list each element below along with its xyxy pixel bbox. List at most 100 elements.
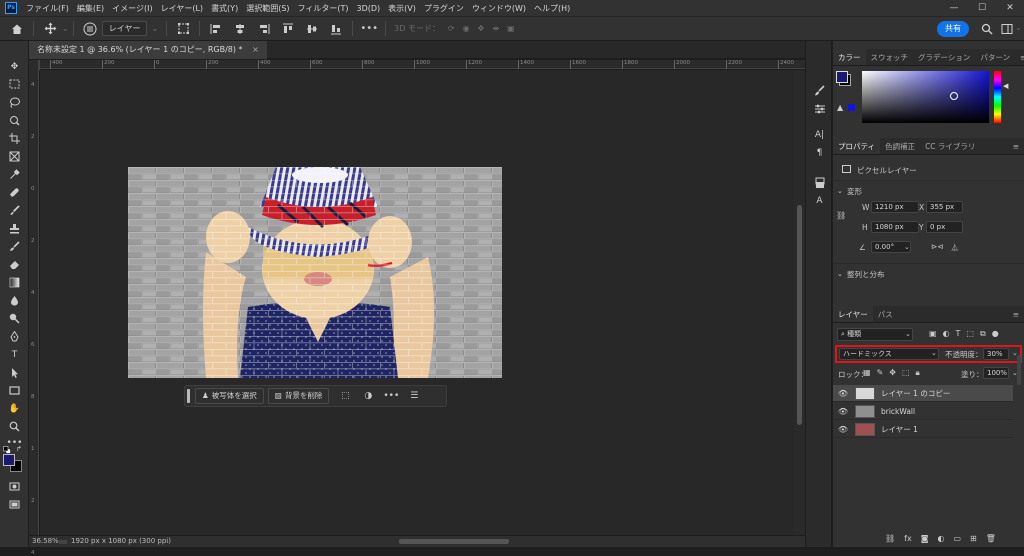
chevron-down-icon[interactable]: ⌄ <box>837 270 843 278</box>
screen-mode-icon[interactable] <box>6 499 23 512</box>
layer-comps-icon[interactable] <box>812 177 827 190</box>
layer-name[interactable]: レイヤー 1 のコピー <box>881 388 950 399</box>
character-icon[interactable]: A| <box>812 129 827 142</box>
panel-menu-icon[interactable]: ≡ <box>1008 138 1024 154</box>
chevron-down-icon[interactable]: ⌄ <box>837 187 843 195</box>
align-distribute-section-title[interactable]: 整列と分布 <box>847 269 885 280</box>
search-icon[interactable] <box>978 20 996 38</box>
blend-mode-dropdown[interactable]: ハードミックス <box>839 348 939 360</box>
swap-colors-icon[interactable]: ↱ <box>16 445 25 454</box>
chevron-down-icon[interactable]: ⌄ <box>905 330 911 338</box>
flip-horizontal-icon[interactable]: ⊳⊲ <box>931 242 944 251</box>
dodge-tool-icon[interactable] <box>6 313 23 326</box>
layer-row-layer1[interactable]: 👁︎ レイヤー 1 <box>833 421 1013 438</box>
quick-mask-icon[interactable] <box>6 481 23 494</box>
link-icon[interactable]: ⛓ <box>836 211 846 220</box>
chevron-down-icon[interactable]: ⌄ <box>62 24 69 33</box>
remove-background-button[interactable]: ▨ 背景を削除 <box>267 388 330 404</box>
warning-triangle-icon[interactable]: ▲ <box>837 103 847 113</box>
menu-file[interactable]: ファイル(F) <box>22 3 73 14</box>
align-middle-icon[interactable] <box>303 20 321 38</box>
auto-select-icon[interactable] <box>81 20 99 38</box>
chevron-down-icon[interactable]: ⌄ <box>931 349 937 357</box>
opacity-field[interactable]: 30% <box>983 348 1009 360</box>
link-layers-icon[interactable]: ⛓ <box>885 534 895 546</box>
filter-toggle-icon[interactable]: ● <box>992 329 999 341</box>
settings-sliders-icon[interactable]: ☰ <box>406 388 422 404</box>
horizontal-scrollbar[interactable] <box>399 539 509 544</box>
gradient-tool-icon[interactable] <box>6 277 23 290</box>
default-colors-icon[interactable] <box>3 446 11 454</box>
new-adjustment-icon[interactable]: ◐ <box>937 534 944 546</box>
minimize-button[interactable]: — <box>940 0 968 16</box>
paragraph-icon[interactable]: ¶ <box>812 147 827 160</box>
close-window-button[interactable]: ✕ <box>996 0 1024 16</box>
layer-style-icon[interactable]: fx <box>904 534 912 546</box>
workspace-icon[interactable] <box>998 20 1016 38</box>
document-tab[interactable]: 名称未設定 1 @ 36.6% (レイヤー 1 のコピー, RGB/8) * × <box>29 41 267 59</box>
width-field[interactable]: 1210 px <box>871 201 919 213</box>
align-left-icon[interactable] <box>207 20 225 38</box>
new-group-icon[interactable]: ▭ <box>953 534 961 546</box>
transform-icon[interactable]: ⬚ <box>337 388 353 404</box>
fill-field[interactable]: 100% <box>983 367 1009 379</box>
tab-gradients[interactable]: グラデーション <box>913 49 975 65</box>
blur-tool-icon[interactable] <box>6 295 23 308</box>
menu-view[interactable]: 表示(V) <box>384 3 420 14</box>
align-right-icon[interactable] <box>255 20 273 38</box>
layer-filter-dropdown[interactable]: ⌕ 種類 <box>837 328 913 341</box>
panel-menu-icon[interactable]: ≡ <box>1008 306 1024 322</box>
crop-tool-icon[interactable] <box>6 133 23 146</box>
auto-select-dropdown[interactable]: レイヤー <box>101 21 148 36</box>
align-center-icon[interactable] <box>231 20 249 38</box>
eraser-tool-icon[interactable] <box>6 259 23 272</box>
vertical-scrollbar[interactable] <box>794 70 805 535</box>
layers-scrollbar[interactable] <box>1017 355 1021 385</box>
maximize-button[interactable]: ☐ <box>968 0 996 16</box>
delete-layer-icon[interactable]: 🗑︎ <box>986 534 996 546</box>
tab-properties[interactable]: プロパティ <box>833 138 881 154</box>
lock-position-icon[interactable]: ✥ <box>889 368 896 380</box>
stamp-tool-icon[interactable] <box>6 223 23 236</box>
menu-image[interactable]: イメージ(I) <box>108 3 156 14</box>
color-foreground-swatch[interactable] <box>836 71 848 83</box>
menu-help[interactable]: ヘルプ(H) <box>530 3 574 14</box>
gamut-swatch[interactable] <box>848 104 855 111</box>
menu-plugins[interactable]: プラグイン <box>420 3 468 14</box>
panel-menu-icon[interactable]: ≡ <box>1015 49 1024 65</box>
zoom-level[interactable]: 36.58% <box>32 536 59 547</box>
object-selection-tool-icon[interactable] <box>6 115 23 128</box>
drag-handle[interactable] <box>187 389 190 403</box>
align-top-icon[interactable] <box>279 20 297 38</box>
visibility-eye-icon[interactable]: 👁︎ <box>836 389 850 398</box>
flip-vertical-icon[interactable]: ⏅ <box>951 242 959 253</box>
brush-tool-icon[interactable] <box>6 205 23 218</box>
filter-type-icon[interactable]: T <box>956 329 961 341</box>
lock-artboard-icon[interactable]: ⬚ <box>902 368 910 380</box>
pen-tool-icon[interactable] <box>6 330 23 344</box>
tab-cc-libraries[interactable]: CC ライブラリ <box>920 138 980 154</box>
lock-image-icon[interactable]: ✎ <box>877 368 884 380</box>
frame-tool-icon[interactable] <box>6 151 23 164</box>
brush-settings-icon[interactable] <box>812 85 827 98</box>
hue-pointer-icon[interactable]: ◀ <box>1003 82 1008 90</box>
glyphs-icon[interactable]: A <box>812 195 827 208</box>
filter-smart-object-icon[interactable]: ⧉ <box>980 329 986 341</box>
history-brush-tool-icon[interactable] <box>6 241 23 254</box>
zoom-tool-icon[interactable] <box>6 421 23 434</box>
healing-brush-tool-icon[interactable] <box>6 187 23 200</box>
transform-controls-icon[interactable] <box>174 20 192 38</box>
color-field[interactable] <box>862 71 989 123</box>
hand-tool-icon[interactable]: ✋ <box>6 403 23 416</box>
menu-filter[interactable]: フィルター(T) <box>294 3 353 14</box>
chevron-right-icon[interactable]: › <box>121 536 124 547</box>
new-layer-icon[interactable]: ⊞ <box>970 534 977 546</box>
type-tool-icon[interactable]: T <box>6 349 23 362</box>
visibility-eye-icon[interactable]: 👁︎ <box>836 425 850 434</box>
share-button[interactable]: 共有 <box>937 21 969 37</box>
tab-paths[interactable]: パス <box>873 306 898 322</box>
add-mask-icon[interactable]: ◙ <box>921 534 929 546</box>
menu-layer[interactable]: レイヤー(L) <box>157 3 207 14</box>
path-selection-tool-icon[interactable] <box>6 367 23 380</box>
layer-row-brickwall[interactable]: 👁︎ brickWall <box>833 403 1013 420</box>
